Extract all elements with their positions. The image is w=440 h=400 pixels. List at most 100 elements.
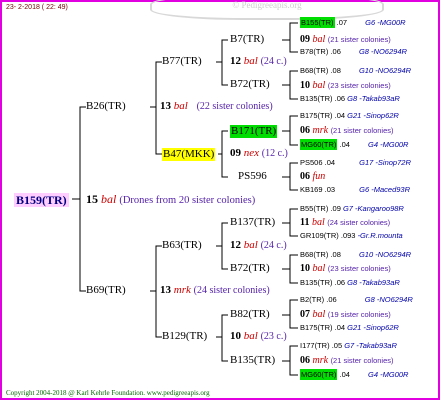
ggp-breed: bal [311,217,325,228]
ggp-queen[interactable]: B72(TR) [230,263,270,274]
g4-code: G10 -NO6294R [358,66,412,75]
ggp-queen[interactable]: PS596 [238,171,267,182]
g4-queen[interactable]: B55(TR) [300,204,328,213]
g4-year: .09 [330,204,341,213]
parent-queen[interactable]: B26(TR) [86,101,126,112]
g4-code: G8 -Takab93aR [347,278,400,287]
g4-queen[interactable]: B155(TR) [300,17,335,28]
drone-parent-note: (24 sister colonies) [193,285,270,296]
g4-queen[interactable]: B2(TR) [300,295,324,304]
g4-code: G8 -NO6294R [358,47,407,56]
ggp-year: 11 [300,217,310,228]
g4-queen[interactable]: B68(TR) [300,250,328,259]
g4-queen[interactable]: I177(TR) [300,341,330,350]
g4-queen[interactable]: B175(TR) [300,323,333,332]
g4-year: .03 [324,185,336,194]
grandparent-info: 09 nex (12 c.) [230,148,288,159]
ggp-queen[interactable]: B137(TR) [230,217,275,228]
ggp-info: 11 bal (24 sister colonies) [300,218,390,228]
g4-year: .07 [336,18,348,27]
g4-year: .04 [334,323,346,332]
g4-code: G4 -MG00R [368,370,409,379]
g4-row: B68(TR) .08 G10 -NO6294R [300,67,411,75]
g4-queen[interactable]: MG60(TR) [300,369,338,380]
g4-row: B2(TR) .06 G8 -NO6294R [300,296,413,304]
root-info: 15 bal (Drones from 20 sister colonies) [86,193,255,207]
g4-row: MG60(TR) .04 G4 -MG00R [300,139,409,150]
ggp-breed: fun [312,171,326,182]
ggp-year: 06 [300,355,310,366]
root-note: (Drones from 20 sister colonies) [119,195,256,206]
grandparent-queen[interactable]: B63(TR) [162,240,202,251]
g4-row: B175(TR) .04 G21 -Sinop62R [300,324,399,332]
ggp-year: 07 [300,309,310,320]
g4-year: .06 [334,94,346,103]
grandparent-note: (24 c.) [260,56,287,67]
ggp-queen[interactable]: B72(TR) [230,79,270,90]
g4-code: G10 -NO6294R [358,250,412,259]
g4-queen[interactable]: GR109(TR) [300,231,339,240]
drone-parent-info: 13 mrk (24 sister colonies) [160,285,270,296]
g4-row: KB169 .03 G6 -Maced93R [300,186,410,194]
g4-code: G21 -Sinop62R [347,111,399,120]
g4-year: .04 [339,370,350,379]
ggp-queen[interactable]: B82(TR) [230,309,270,320]
g4-code: G17 -Sinop72R [359,158,411,167]
root-breed: bal [101,192,117,206]
grandparent-info: 12 bal (24 c.) [230,240,287,251]
grandparent-breed: bal [243,239,258,251]
grandparent-year: 12 [230,55,241,67]
g4-queen[interactable]: B78(TR) [300,47,328,56]
drone-parent-queen[interactable]: B69(TR) [86,285,126,296]
grandparent-year: 10 [230,330,241,342]
g4-year: .06 [330,47,341,56]
parent-year: 13 [160,100,171,112]
g4-row: B135(TR) .06 G8 -Takab93aR [300,279,400,287]
parent-note: (22 sister colonies) [196,101,273,112]
grandparent-queen[interactable]: B47(MKK) [162,148,216,161]
g4-queen[interactable]: PS506 [300,158,323,167]
g4-code: G8 -Takab93aR [347,94,400,103]
g4-queen[interactable]: KB169 [300,185,323,194]
g4-queen[interactable]: B175(TR) [300,111,333,120]
ggp-breed: bal [312,263,326,274]
grandparent-queen[interactable]: B77(TR) [162,56,202,67]
g4-row: PS506 .04 G17 -Sinop72R [300,159,411,167]
parent-breed: bal [173,100,188,112]
g4-year: .04 [339,140,350,149]
ggp-breed: mrk [312,125,329,136]
grandparent-year: 12 [230,239,241,251]
g4-year: .05 [331,341,343,350]
ggp-note: (21 sister colonies) [330,126,394,135]
grandparent-note: (24 c.) [260,240,287,251]
g4-row: B135(TR) .06 G8 -Takab93aR [300,95,400,103]
g4-row: B175(TR) .04 G21 -Sinop62R [300,112,399,120]
ggp-queen[interactable]: B135(TR) [230,355,275,366]
root-year: 15 [86,192,98,206]
ggp-year: 06 [300,125,310,136]
g4-queen[interactable]: B135(TR) [300,94,333,103]
ggp-info: 06 mrk (21 sister colonies) [300,356,394,366]
g4-year: .04 [324,158,336,167]
g4-queen[interactable]: B135(TR) [300,278,333,287]
grandparent-breed: bal [243,55,258,67]
g4-queen[interactable]: MG60(TR) [300,139,338,150]
g4-code: G4 -MG00R [368,140,409,149]
ggp-info: 10 bal (23 sister colonies) [300,81,391,91]
ggp-note: (21 sister colonies) [327,35,391,44]
g4-code: G6 -MG00R [365,18,406,27]
grandparent-queen[interactable]: B129(TR) [162,331,207,342]
g4-queen[interactable]: B68(TR) [300,66,328,75]
g4-row: GR109(TR) .093 -Gr.R.mounta [300,232,403,240]
grandparent-note: (12 c.) [261,148,288,159]
ggp-breed: bal [312,80,326,91]
ggp-info: 10 bal (23 sister colonies) [300,264,391,274]
g4-row: I177(TR) .05 G7 -Takab93aR [300,342,397,350]
grandparent-breed: nex [243,147,260,159]
g4-year: .06 [334,278,346,287]
ggp-queen[interactable]: B7(TR) [230,34,264,45]
copyright-footer: Copyright 2004-2018 @ Karl Kehrle Founda… [6,389,210,397]
root-queen[interactable]: B159(TR) [14,193,69,207]
ggp-queen[interactable]: B171(TR) [230,125,278,138]
drone-parent-breed: mrk [173,284,191,296]
